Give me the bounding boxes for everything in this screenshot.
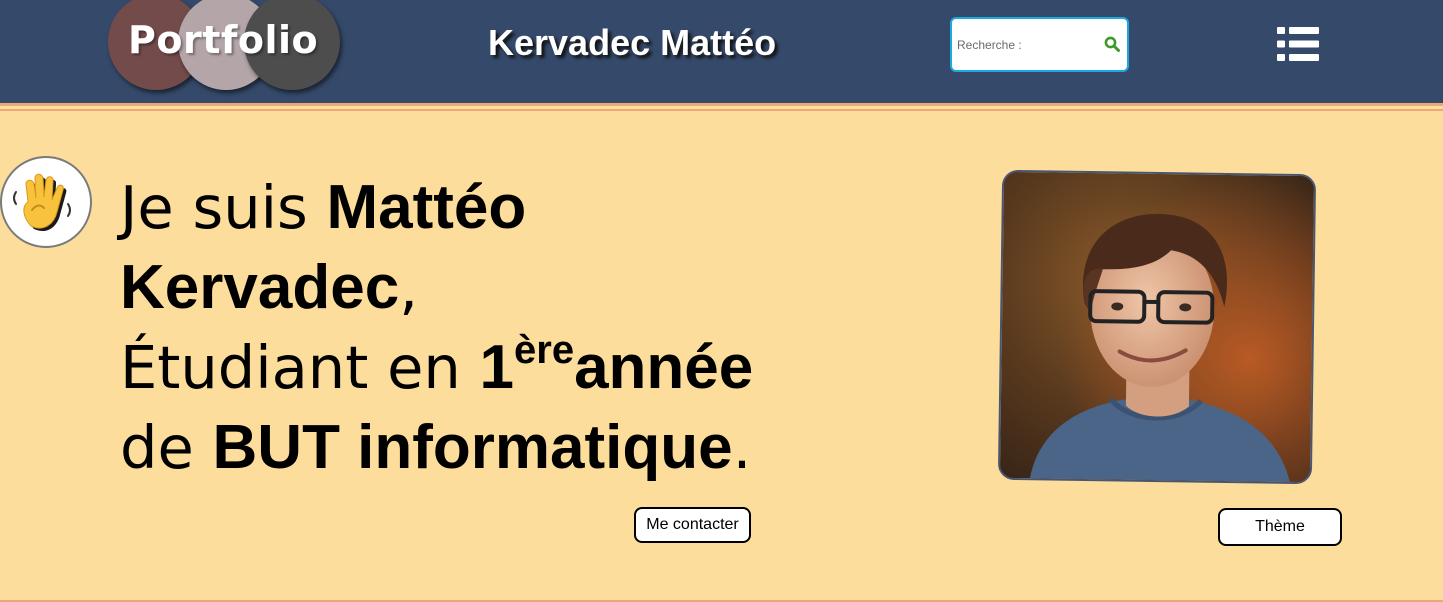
contact-button[interactable]: Me contacter — [634, 507, 751, 543]
intro-degree-prefix: de — [120, 413, 213, 482]
intro-last-name: Kervadec — [120, 253, 400, 322]
intro-line-4: de BUT informatique. — [120, 408, 880, 488]
intro-period: . — [732, 413, 752, 482]
intro-heading: Je suis Mattéo Kervadec, Étudiant en 1èr… — [120, 168, 880, 488]
search-box — [950, 17, 1129, 72]
portfolio-logo[interactable]: Portfolio — [108, 0, 348, 92]
intro-ordinal-suffix: ère — [514, 328, 575, 373]
intro-year-word: année — [574, 333, 754, 402]
site-title: Kervadec Mattéo — [488, 22, 777, 63]
intro-comma: , — [399, 253, 418, 322]
intro-line-1: Je suis Mattéo — [120, 168, 880, 248]
intro-first-name: Mattéo — [326, 173, 527, 242]
logo-text: Portfolio — [128, 18, 319, 62]
intro-degree: BUT informatique — [212, 413, 733, 482]
waving-hand-icon — [0, 156, 92, 248]
site-header: Portfolio Kervadec Mattéo — [0, 0, 1443, 106]
list-menu-icon[interactable] — [1277, 27, 1319, 61]
intro-line-3: Étudiant en 1èreannée — [120, 328, 880, 408]
search-icon[interactable] — [1104, 36, 1120, 52]
portrait-photo — [997, 169, 1317, 485]
intro-line-2: Kervadec, — [120, 248, 880, 328]
intro-prefix: Je suis — [120, 173, 327, 242]
intro-student-prefix: Étudiant en — [120, 333, 480, 402]
intro-ordinal: 1 — [479, 333, 515, 402]
search-input[interactable] — [957, 19, 1097, 70]
hero-top-divider — [0, 109, 1443, 111]
theme-button[interactable]: Thème — [1218, 508, 1342, 546]
